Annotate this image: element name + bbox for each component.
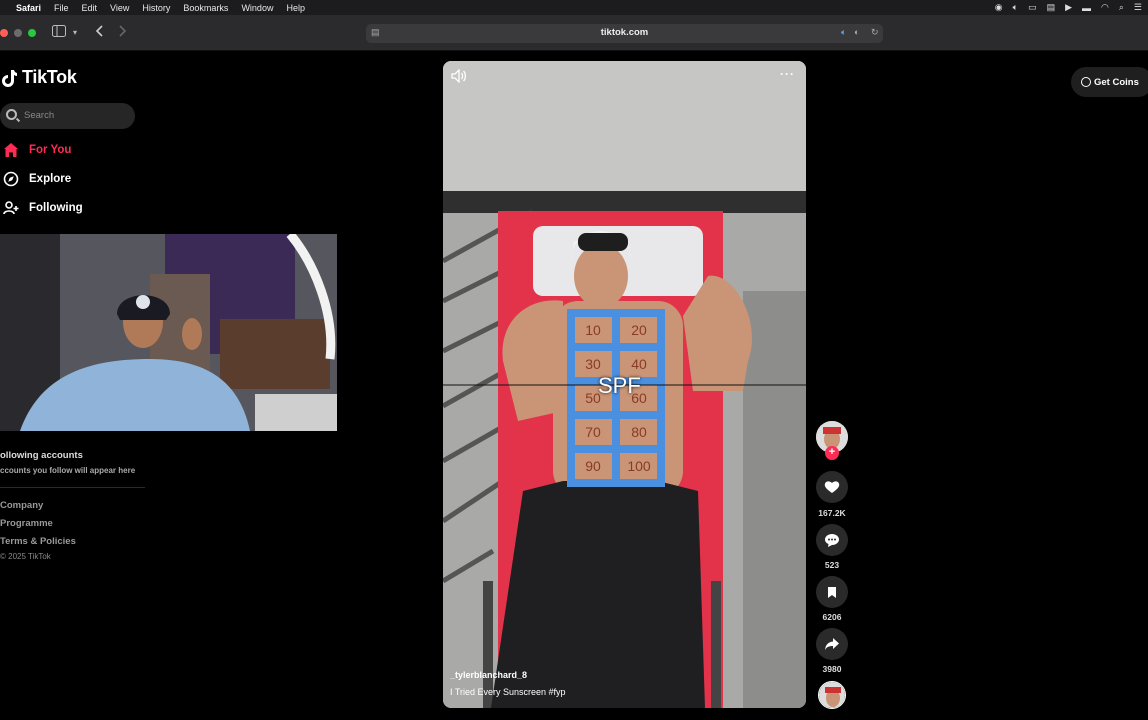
sidebar-toggle-icon[interactable] (52, 25, 66, 40)
display-icon[interactable]: ▭ (1028, 2, 1037, 13)
tiktok-logo[interactable]: TikTok (2, 67, 77, 88)
menu-view[interactable]: View (110, 3, 129, 13)
nav-explore[interactable]: Explore (3, 171, 71, 187)
reload-icon[interactable]: ↻ (871, 27, 879, 38)
address-bar[interactable]: ▤ tiktok.com 🔈︎ ◐ ↻ (366, 24, 883, 43)
like-button[interactable] (816, 471, 848, 503)
sidebar-divider (0, 487, 145, 488)
nav-following[interactable]: Following (3, 200, 83, 216)
follow-plus-button[interactable]: + (825, 446, 839, 460)
tiktok-logo-text: TikTok (22, 67, 77, 87)
speaker-icon (451, 68, 467, 84)
privacy-icon[interactable]: ◐ (854, 27, 859, 37)
tape-grid-label: 100 (627, 458, 651, 474)
comment-button[interactable] (816, 524, 848, 556)
webcam-image (0, 234, 337, 431)
video-description: I Tried Every Sunscreen #fyp (450, 687, 566, 697)
menu-window[interactable]: Window (241, 3, 273, 13)
search-input[interactable]: Search (0, 103, 135, 129)
following-accounts-subtitle: ccounts you follow will appear here (0, 466, 136, 475)
video-player[interactable]: 10 20 30 40 50 60 70 80 90 100 SPF ··· _tylerblan… (443, 61, 806, 708)
menu-history[interactable]: History (142, 3, 170, 13)
macos-menubar: Safari File Edit View History Bookmarks … (0, 0, 1148, 15)
like-count: 167.2K (818, 508, 846, 518)
coin-icon (1081, 77, 1091, 87)
menubar-status-icons: ◉ 🔈︎ ▭ ▤ ▶︎ ▬ ◠ ⌕ ☰ (995, 0, 1142, 15)
camera-status-icon[interactable]: ◉ (995, 2, 1003, 13)
nav-explore-label: Explore (29, 173, 72, 185)
webcam-overlay (0, 234, 337, 431)
tape-grid-label: 80 (631, 424, 647, 440)
footer-link-programme[interactable]: Programme (0, 518, 53, 529)
wifi-icon[interactable]: ◠ (1101, 2, 1109, 13)
close-window-button[interactable] (0, 29, 8, 37)
minimize-window-button[interactable] (14, 29, 22, 37)
menu-edit[interactable]: Edit (82, 3, 98, 13)
menu-app-name[interactable]: Safari (16, 3, 41, 13)
forward-button[interactable] (118, 25, 127, 40)
control-center-icon[interactable]: ☰ (1134, 2, 1142, 13)
nav-for-you[interactable]: For You (3, 142, 71, 158)
heart-icon (824, 481, 840, 493)
comment-count: 523 (824, 560, 840, 570)
address-url: tiktok.com (600, 27, 649, 38)
save-button[interactable] (816, 576, 848, 608)
user-plus-icon (3, 201, 19, 215)
bookmark-icon (828, 586, 836, 598)
tiktok-note-icon (2, 69, 17, 87)
spotlight-search-icon[interactable]: ⌕ (1119, 2, 1124, 13)
share-button[interactable] (816, 628, 848, 660)
share-arrow-icon (825, 638, 839, 650)
copyright-text: © 2025 TikTok (0, 552, 51, 561)
volume-icon[interactable]: 🔈︎ (1013, 2, 1018, 13)
tape-grid-label: 40 (631, 356, 647, 372)
back-button[interactable] (95, 25, 104, 40)
tape-grid-label: 70 (585, 424, 601, 440)
footer-link-company[interactable]: Company (0, 500, 43, 511)
zoom-window-button[interactable] (28, 29, 36, 37)
mute-button[interactable] (451, 68, 467, 88)
share-count: 3980 (822, 664, 842, 674)
menu-file[interactable]: File (54, 3, 69, 13)
save-count: 6206 (822, 612, 842, 622)
search-placeholder: Search (24, 110, 55, 121)
tape-grid-label: 20 (631, 322, 647, 338)
more-options-icon[interactable]: ··· (780, 67, 795, 81)
nav-for-you-label: For You (29, 144, 72, 156)
compass-icon (3, 171, 19, 187)
following-accounts-title: ollowing accounts (0, 450, 83, 461)
window-icon[interactable]: ▤ (1047, 2, 1056, 13)
sound-avatar[interactable] (818, 681, 846, 709)
tape-grid-label: 90 (585, 458, 601, 474)
get-coins-label: Get Coins (1094, 76, 1139, 88)
video-author[interactable]: _tylerblanchard_8 (450, 670, 527, 680)
tape-grid-label: 30 (585, 356, 601, 372)
tape-grid-label: 10 (585, 322, 601, 338)
audio-playing-icon[interactable]: 🔈︎ (841, 27, 846, 38)
home-icon (4, 143, 18, 157)
battery-icon[interactable]: ▬ (1082, 3, 1091, 13)
menu-bookmarks[interactable]: Bookmarks (183, 3, 228, 13)
menu-help[interactable]: Help (286, 3, 305, 13)
play-icon[interactable]: ▶︎ (1065, 2, 1072, 13)
footer-link-terms[interactable]: Terms & Policies (0, 536, 76, 547)
chevron-down-icon[interactable]: ▾ (73, 28, 77, 37)
sound-avatar-image (819, 682, 845, 708)
video-caption-overlay: SPF (598, 373, 641, 398)
search-icon (6, 109, 17, 120)
get-coins-button[interactable]: Get Coins (1071, 67, 1148, 97)
nav-following-label: Following (29, 202, 83, 214)
comment-icon (825, 533, 839, 547)
